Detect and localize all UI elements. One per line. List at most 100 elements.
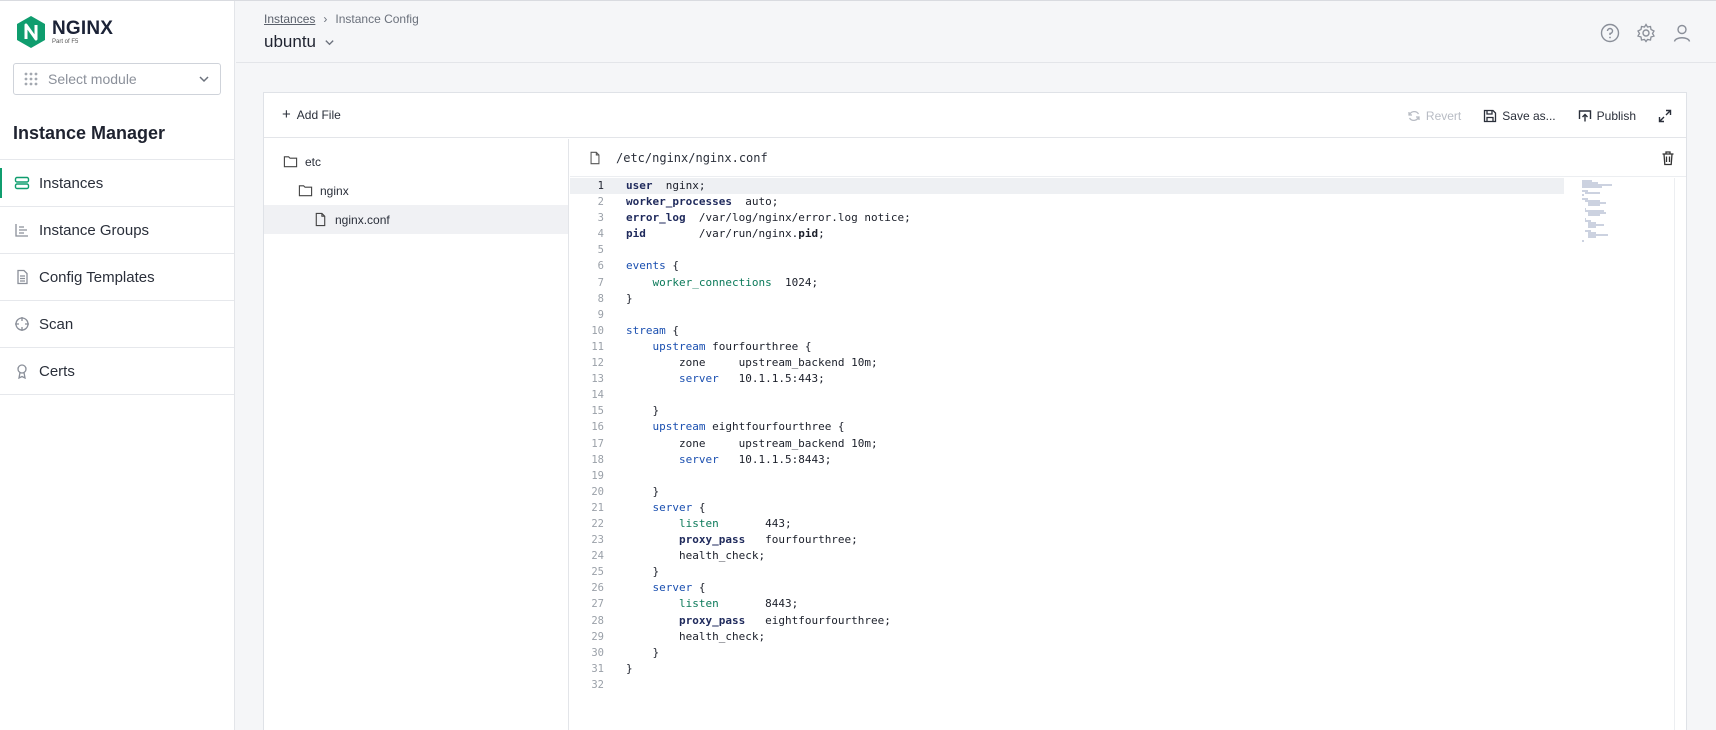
- settings-icon[interactable]: [1636, 23, 1656, 43]
- module-select[interactable]: Select module: [13, 63, 221, 95]
- nginx-logo[interactable]: NGINX Part of F5: [16, 15, 113, 49]
- line-number: 32: [591, 678, 604, 691]
- code-area[interactable]: 1 user nginx; 2 worker_processes auto; 3 erro…: [570, 178, 1674, 730]
- line-text: proxy_pass fourfourthree;: [678, 533, 858, 547]
- line-number: 29: [591, 630, 604, 643]
- save-as-label: Save as...: [1502, 108, 1556, 123]
- line-number: 2: [597, 196, 604, 209]
- sidebar-item-label: Scan: [39, 315, 74, 333]
- expand-button[interactable]: [1658, 109, 1672, 123]
- line-number: 3: [597, 212, 604, 225]
- line-text: server {: [652, 500, 706, 514]
- code-line[interactable]: 5: [570, 242, 1674, 258]
- code-line[interactable]: 31}: [570, 661, 1674, 677]
- sidebar-item-instances[interactable]: Instances: [0, 160, 234, 207]
- line-number: 9: [597, 308, 604, 321]
- breadcrumb-link-instances[interactable]: Instances: [264, 12, 315, 26]
- code-line[interactable]: 11 upstream fourfourthree {: [570, 339, 1674, 355]
- code-line[interactable]: 18 server 10.1.1.5:8443;: [570, 452, 1674, 468]
- line-number: 16: [591, 421, 604, 434]
- code-line[interactable]: 7 worker_connections 1024;: [570, 275, 1674, 291]
- line-text: upstream eightfourfourthree {: [652, 420, 845, 434]
- trash-icon[interactable]: [1660, 150, 1676, 166]
- code-line[interactable]: 14: [570, 387, 1674, 403]
- code-line[interactable]: 21 server {: [570, 500, 1674, 516]
- code-line[interactable]: 10 stream {: [570, 323, 1674, 339]
- code-line[interactable]: 12 zone upstream_backend 10m;: [570, 355, 1674, 371]
- code-line[interactable]: 24 health_check;: [570, 548, 1674, 564]
- code-line[interactable]: 29 health_check;: [570, 629, 1674, 645]
- sidebar-item-instance-groups[interactable]: Instance Groups: [0, 207, 234, 254]
- code-line[interactable]: 19: [570, 468, 1674, 484]
- add-file-button[interactable]: + Add File: [282, 106, 341, 123]
- sidebar-item-label: Instance Groups: [39, 221, 150, 239]
- code-line[interactable]: 26 server {: [570, 580, 1674, 596]
- help-icon[interactable]: [1600, 23, 1620, 43]
- code-line[interactable]: 20 }: [570, 484, 1674, 500]
- publish-label: Publish: [1596, 108, 1636, 123]
- line-number: 5: [597, 244, 604, 257]
- page-title: ubuntu: [264, 32, 316, 51]
- line-text: }: [626, 645, 660, 659]
- line-number: 17: [591, 437, 604, 450]
- file-tree: etc nginx nginx.conf: [264, 139, 569, 730]
- line-number: 10: [591, 324, 604, 337]
- line-number: 8: [597, 292, 604, 305]
- line-text: server {: [652, 581, 706, 595]
- revert-button[interactable]: Revert: [1407, 109, 1461, 123]
- chevron-down-icon: [199, 76, 209, 83]
- code-line[interactable]: 32: [570, 677, 1674, 693]
- folder-icon: [283, 156, 298, 168]
- line-text: stream {: [626, 323, 679, 337]
- tree-item-nginx[interactable]: nginx: [264, 176, 568, 205]
- code-line[interactable]: 15 }: [570, 403, 1674, 419]
- nginx-logo-icon: [17, 16, 45, 48]
- code-line[interactable]: 30 }: [570, 645, 1674, 661]
- sidebar-item-certs[interactable]: Certs: [0, 348, 234, 395]
- code-line[interactable]: 16 upstream eightfourfourthree {: [570, 419, 1674, 435]
- code-line[interactable]: 22 listen 443;: [570, 516, 1674, 532]
- code-line[interactable]: 9: [570, 307, 1674, 323]
- save-as-button[interactable]: Save as...: [1483, 108, 1556, 123]
- line-text: user nginx;: [626, 179, 706, 192]
- code-line[interactable]: 6 events {: [570, 258, 1674, 274]
- line-text: }: [626, 291, 633, 305]
- line-text: }: [626, 484, 660, 498]
- line-text: }: [626, 661, 633, 675]
- sidebar-item-config-templates[interactable]: Config Templates: [0, 254, 234, 301]
- code-line[interactable]: 1 user nginx;: [570, 178, 1564, 195]
- editor-scrollbar[interactable]: [1674, 178, 1686, 730]
- code-line[interactable]: 28 proxy_pass eightfourfourthree;: [570, 613, 1674, 629]
- plus-icon: +: [282, 106, 291, 123]
- line-number: 24: [591, 550, 604, 563]
- breadcrumb-current: Instance Config: [335, 12, 419, 26]
- code-line[interactable]: 4 pid /var/run/nginx.pid;: [570, 226, 1674, 242]
- editor-toolbar: + Add File Revert Save as... Publish: [264, 93, 1686, 138]
- code-line[interactable]: 3 error_log /var/log/nginx/error.log noti…: [570, 210, 1674, 226]
- line-text: zone upstream_backend 10m;: [626, 356, 878, 370]
- code-line[interactable]: 17 zone upstream_backend 10m;: [570, 436, 1674, 452]
- line-number: 30: [591, 646, 604, 659]
- line-text: proxy_pass eightfourfourthree;: [678, 613, 891, 627]
- code-line[interactable]: 25 }: [570, 564, 1674, 580]
- sidebar-item-label: Config Templates: [39, 268, 155, 286]
- tree-item-nginx-conf[interactable]: nginx.conf: [264, 205, 568, 234]
- instance-title-dropdown[interactable]: ubuntu: [264, 32, 335, 52]
- tree-item-etc[interactable]: etc: [264, 147, 568, 176]
- line-number: 22: [591, 517, 604, 530]
- code-minimap[interactable]: [1582, 179, 1672, 249]
- line-text: zone upstream_backend 10m;: [626, 436, 878, 450]
- code-line[interactable]: 13 server 10.1.1.5:443;: [570, 371, 1674, 387]
- chevron-right-icon: ›: [323, 12, 328, 26]
- line-text: [604, 242, 626, 258]
- line-number: 26: [591, 582, 604, 595]
- sidebar-item-scan[interactable]: Scan: [0, 301, 234, 348]
- user-icon[interactable]: [1672, 23, 1692, 43]
- publish-button[interactable]: Publish: [1578, 109, 1636, 123]
- line-number: 7: [597, 276, 604, 289]
- code-line[interactable]: 2 worker_processes auto;: [570, 194, 1674, 210]
- code-line[interactable]: 8}: [570, 291, 1674, 307]
- code-line[interactable]: 27 listen 8443;: [570, 596, 1674, 612]
- file-path: /etc/nginx/nginx.conf: [616, 150, 768, 165]
- code-line[interactable]: 23 proxy_pass fourfourthree;: [570, 532, 1674, 548]
